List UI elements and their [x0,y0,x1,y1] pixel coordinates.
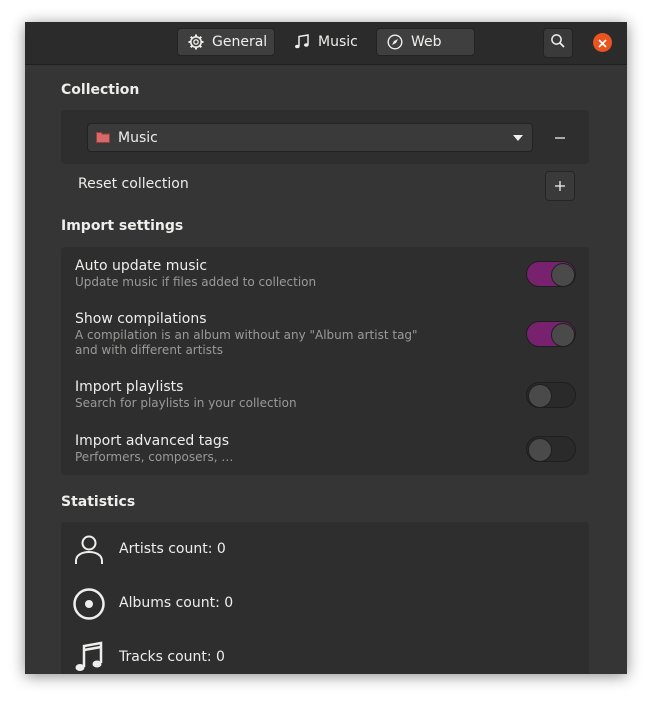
show-compilations-switch[interactable] [526,321,576,347]
header-bar: General Music Web [25,22,627,65]
auto-update-label: Auto update music [75,258,208,274]
music-note-icon [73,641,105,674]
reset-collection-label[interactable]: Reset collection [78,176,189,192]
add-folder-button[interactable] [545,171,575,201]
artists-count: Artists count: 0 [119,541,226,557]
collection-folder-dropdown[interactable]: Music [87,123,533,152]
search-button[interactable] [543,28,573,58]
import-playlists-switch[interactable] [526,382,576,408]
preferences-window: General Music Web Collection Music Reset… [25,22,627,674]
tab-music[interactable]: Music [284,28,370,56]
auto-update-description: Update music if files added to collectio… [75,275,317,289]
show-compilations-description: A compilation is an album without any "A… [75,328,418,342]
albums-count: Albums count: 0 [119,595,234,611]
import-advanced-tags-label: Import advanced tags [75,433,230,449]
remove-folder-button[interactable] [545,123,575,153]
tab-web[interactable]: Web [376,28,475,56]
collection-title: Collection [61,82,140,98]
person-icon [73,534,105,570]
import-settings-panel: Auto update music Update music if files … [61,247,589,475]
auto-update-switch[interactable] [526,261,576,287]
compass-icon [387,34,403,50]
switch-knob [528,384,552,408]
switch-knob [528,438,552,462]
minus-icon [554,129,566,148]
plus-icon [554,177,566,196]
tab-general-label: General [212,34,268,50]
import-settings-title: Import settings [61,218,184,234]
import-playlists-label: Import playlists [75,379,184,395]
statistics-panel: Artists count: 0 Albums count: 0 Tracks … [61,522,589,674]
tab-general[interactable]: General [177,28,275,56]
close-icon [598,33,607,52]
show-compilations-description-2: and with different artists [75,343,223,357]
disc-icon [73,588,105,624]
show-compilations-label: Show compilations [75,311,207,327]
folder-icon [96,128,110,147]
statistics-title: Statistics [61,494,136,510]
collection-panel: Music [61,110,589,164]
music-note-icon [294,34,310,50]
import-advanced-tags-description: Performers, composers, … [75,450,234,464]
switch-knob [551,263,575,287]
close-button[interactable] [593,33,612,52]
import-playlists-description: Search for playlists in your collection [75,396,297,410]
import-advanced-tags-switch[interactable] [526,436,576,462]
gear-icon [188,34,204,50]
tab-music-label: Music [318,34,358,50]
tracks-count: Tracks count: 0 [119,649,225,665]
tab-web-label: Web [411,34,442,50]
dropdown-value: Music [118,129,158,146]
chevron-down-icon [513,135,523,141]
search-icon [550,33,566,53]
switch-knob [551,323,575,347]
